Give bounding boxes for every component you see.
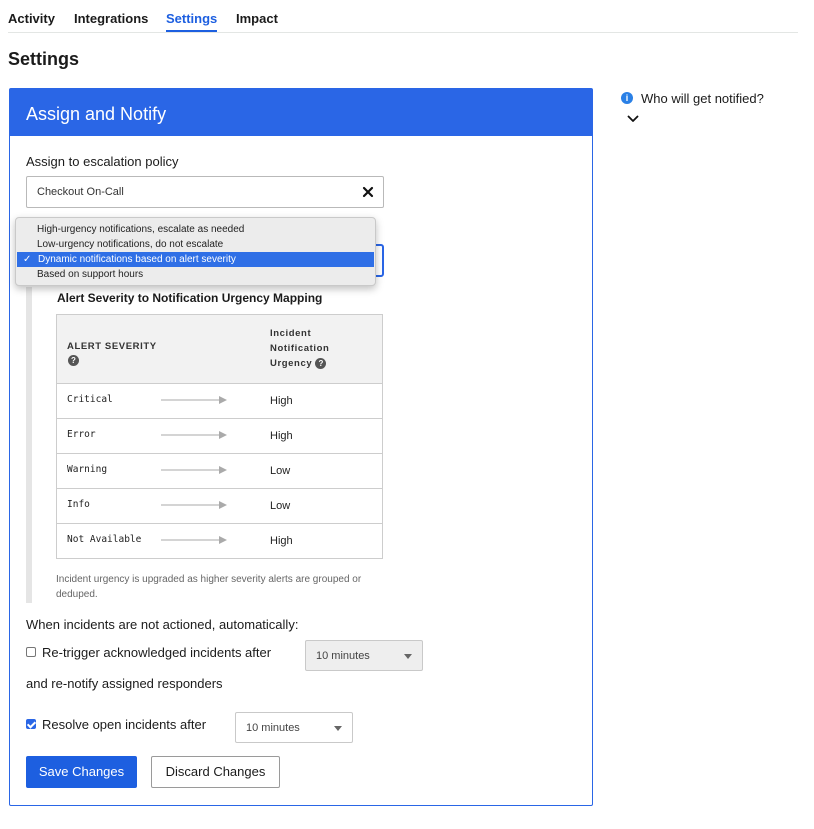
save-changes-button[interactable]: Save Changes	[26, 756, 137, 788]
table-row: Info Low	[57, 489, 382, 524]
severity-cell: Error	[67, 429, 96, 440]
close-icon[interactable]	[361, 184, 375, 200]
mapping-table-header: Alert Severity ? Incident Notification U…	[57, 315, 382, 384]
resolve-label: Resolve open incidents after	[42, 717, 207, 732]
column-header-label: Alert Severity	[67, 341, 157, 352]
retrigger-duration-select[interactable]: 10 minutes	[305, 640, 423, 671]
dropdown-option[interactable]: High-urgency notifications, escalate as …	[16, 222, 375, 237]
retrigger-label: Re-trigger acknowledged incidents after	[42, 645, 272, 660]
checkmark-icon: ✓	[23, 254, 32, 265]
card-title: Assign and Notify	[26, 104, 167, 124]
tab-integrations[interactable]: Integrations	[74, 11, 148, 26]
resolve-duration-value: 10 minutes	[246, 722, 300, 734]
escalation-policy-value: Checkout On-Call	[37, 186, 124, 198]
tab-label: Activity	[8, 11, 55, 26]
tab-active-underline	[166, 30, 218, 32]
column-header-alert-severity: Alert Severity ?	[67, 341, 157, 366]
page: Activity Integrations Settings Impact Se…	[0, 0, 814, 829]
mapping-note: Incident urgency is upgraded as higher s…	[56, 574, 362, 600]
caret-down-icon	[404, 654, 412, 659]
caret-down-icon	[334, 726, 342, 731]
dropdown-option[interactable]: Low-urgency notifications, do not escala…	[16, 237, 375, 252]
column-header-urgency: Incident Notification Urgency ?	[270, 326, 360, 371]
resolve-duration-select[interactable]: 10 minutes	[235, 712, 353, 743]
retrigger-checkbox[interactable]	[26, 647, 36, 657]
retrigger-duration-value: 10 minutes	[316, 650, 370, 662]
arrow-right-icon	[161, 466, 227, 474]
table-row: Not Available High	[57, 524, 382, 559]
mapping-indent-bar	[26, 287, 32, 603]
option-label: Low-urgency notifications, do not escala…	[37, 239, 224, 250]
urgency-cell: High	[270, 535, 293, 547]
info-icon: i	[621, 92, 633, 104]
escalation-policy-label: Assign to escalation policy	[26, 154, 179, 169]
urgency-cell: High	[270, 395, 293, 407]
tab-label: Settings	[166, 11, 218, 26]
table-row: Error High	[57, 419, 382, 454]
arrow-right-icon	[161, 431, 227, 439]
severity-cell: Warning	[67, 464, 108, 475]
mapping-title: Alert Severity to Notification Urgency M…	[57, 291, 323, 305]
help-icon[interactable]: ?	[68, 355, 79, 366]
table-row: Warning Low	[57, 454, 382, 489]
resolve-checkbox[interactable]	[26, 719, 36, 729]
tab-impact[interactable]: Impact	[236, 11, 278, 26]
escalation-policy-input[interactable]: Checkout On-Call	[26, 176, 384, 208]
severity-cell: Critical	[67, 394, 113, 405]
dropdown-option-selected[interactable]: ✓ Dynamic notifications based on alert se…	[17, 252, 374, 267]
severity-mapping-table: Alert Severity ? Incident Notification U…	[56, 314, 383, 559]
option-label: High-urgency notifications, escalate as …	[37, 224, 245, 235]
page-title: Settings	[8, 49, 80, 69]
arrow-right-icon	[161, 536, 227, 544]
option-label: Dynamic notifications based on alert sev…	[38, 254, 236, 265]
discard-changes-button[interactable]: Discard Changes	[151, 756, 280, 788]
tab-label: Impact	[236, 11, 278, 26]
auto-actions-heading: When incidents are not actioned, automat…	[26, 617, 299, 632]
dropdown-option[interactable]: Based on support hours	[16, 267, 375, 282]
card-header: Assign and Notify	[10, 89, 592, 136]
chevron-down-icon[interactable]	[627, 114, 639, 124]
tab-label: Integrations	[74, 11, 149, 26]
urgency-dropdown-list: High-urgency notifications, escalate as …	[15, 217, 376, 286]
tab-activity[interactable]: Activity	[8, 11, 55, 26]
option-label: Based on support hours	[37, 269, 144, 280]
severity-cell: Info	[67, 499, 90, 510]
urgency-cell: Low	[270, 465, 291, 477]
severity-cell: Not Available	[67, 534, 142, 545]
renotify-label: and re-notify assigned responders	[26, 676, 223, 691]
arrow-right-icon	[161, 501, 227, 509]
arrow-right-icon	[161, 396, 227, 404]
urgency-cell: Low	[270, 500, 291, 512]
tab-bar: Activity Integrations Settings Impact	[8, 0, 798, 33]
table-row: Critical High	[57, 384, 382, 419]
help-icon[interactable]: ?	[315, 357, 327, 369]
who-notified-label[interactable]: Who will get notified?	[641, 91, 764, 106]
urgency-cell: High	[270, 430, 293, 442]
tab-settings[interactable]: Settings	[166, 11, 218, 32]
